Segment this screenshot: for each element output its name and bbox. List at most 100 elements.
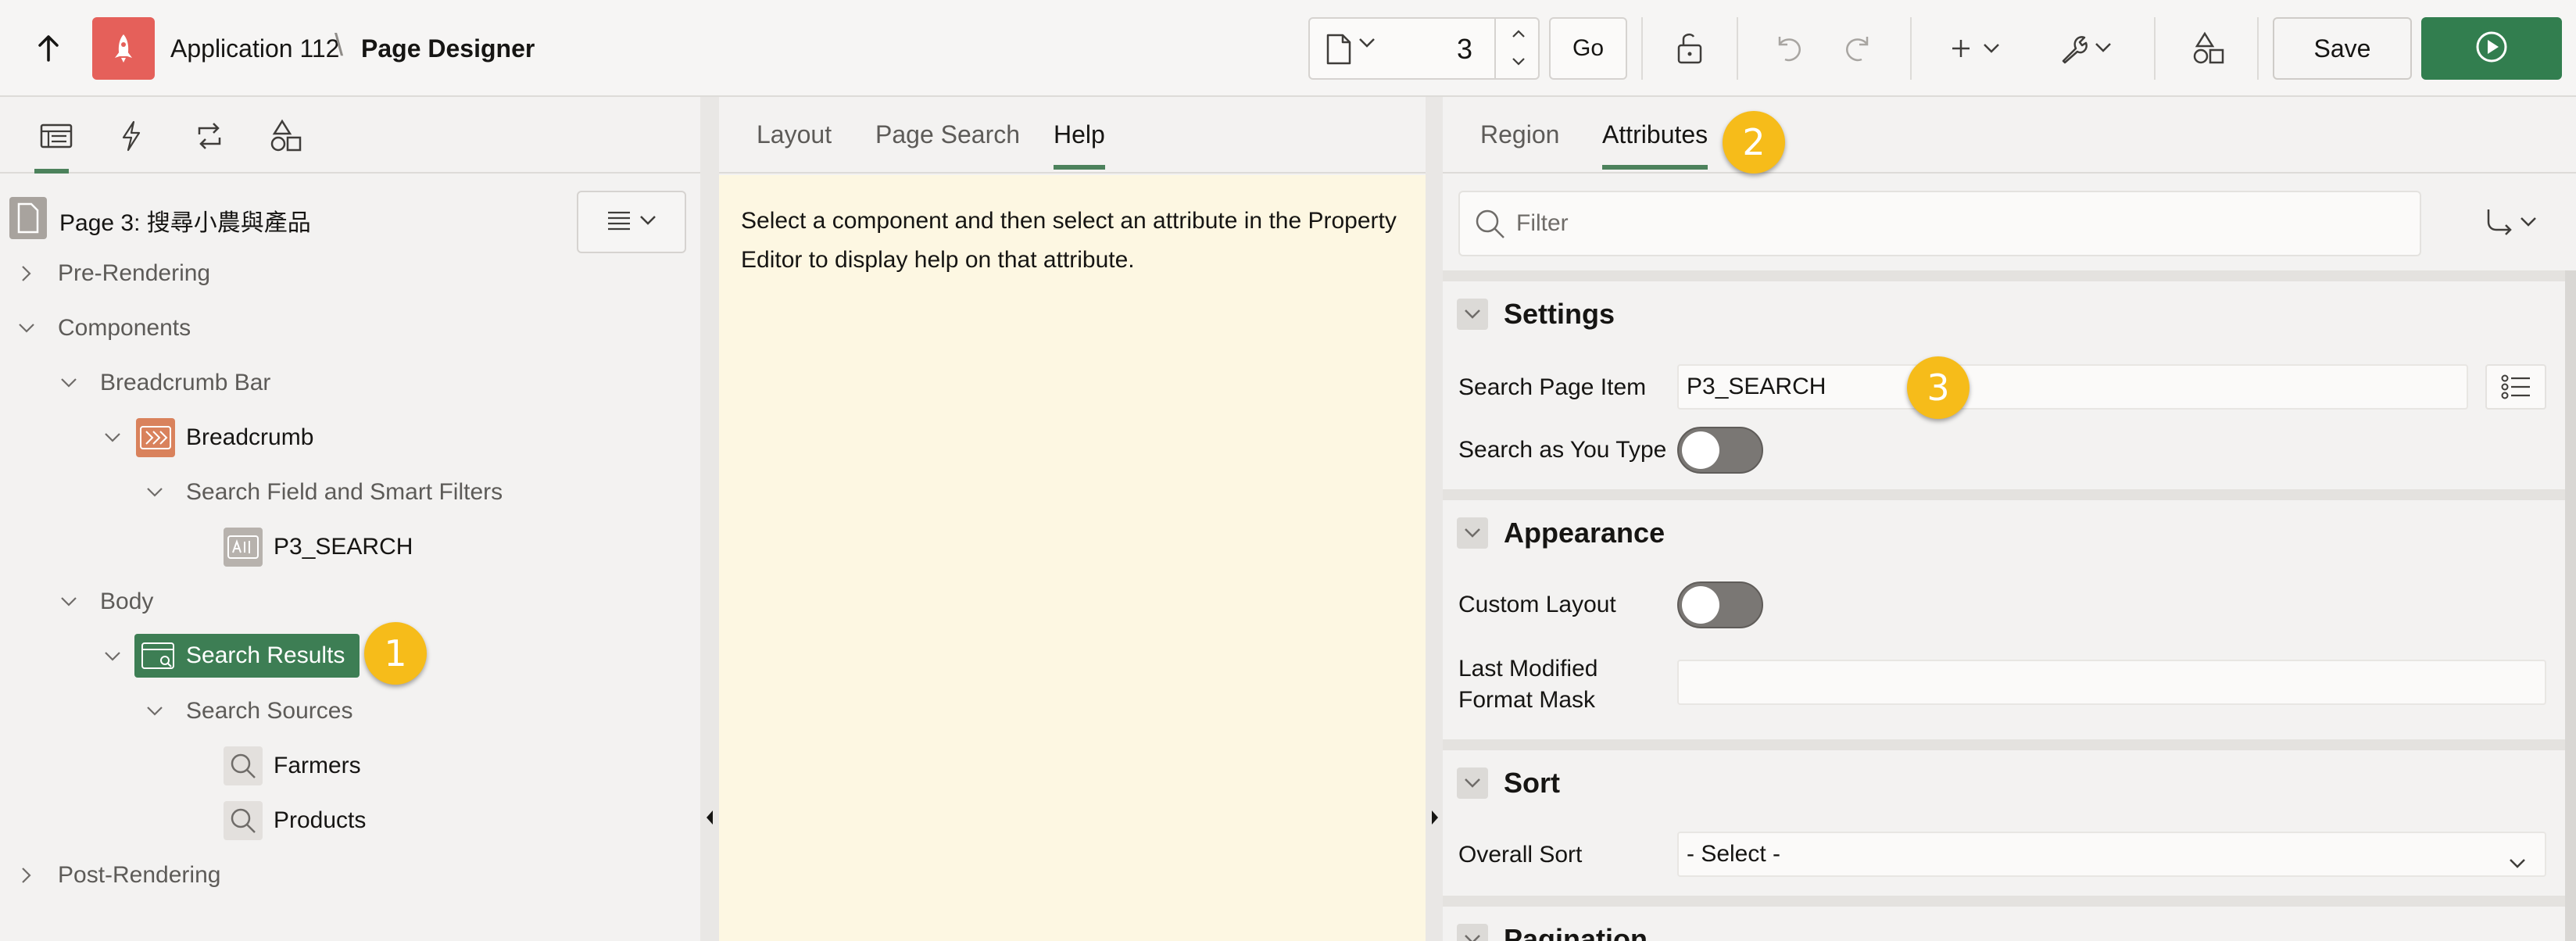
- tree-label: Pre-Rendering: [58, 260, 211, 286]
- tab-region[interactable]: Region: [1480, 120, 1559, 149]
- page-selector[interactable]: 3: [1308, 17, 1540, 80]
- rendering-tab[interactable]: [34, 114, 78, 174]
- plus-icon[interactable]: [1946, 23, 2009, 73]
- rocket-icon[interactable]: [92, 17, 155, 80]
- chevron-down-icon[interactable]: [1457, 517, 1488, 549]
- lock-icon[interactable]: [1665, 23, 1715, 73]
- dynamic-actions-tab[interactable]: [109, 114, 153, 158]
- collapse-right-icon[interactable]: [1431, 810, 1439, 829]
- toolbar-divider: [1737, 17, 1738, 80]
- property-list: Settings Search Page Item P3_SEARCH 3 Se…: [1443, 270, 2565, 941]
- rendering-tree-panel: Page 3: 搜尋小農與產品 Pre-Rendering Components…: [0, 97, 700, 941]
- chevron-down-icon[interactable]: [1358, 38, 1376, 52]
- chevron-up-icon[interactable]: [1512, 28, 1526, 42]
- center-tabs: Layout Page Search Help: [719, 97, 1426, 174]
- custom-layout-label: Custom Layout: [1458, 592, 1616, 617]
- tree-label: Products: [274, 807, 367, 833]
- up-arrow-icon[interactable]: [31, 31, 66, 66]
- application-link[interactable]: Application 112: [170, 31, 339, 66]
- tree-node-p3-search[interactable]: P3_SEARCH: [224, 524, 413, 571]
- center-panel: Layout Page Search Help Select a compone…: [719, 97, 1426, 941]
- wrench-icon[interactable]: [2055, 23, 2118, 73]
- tree-node-post-rendering[interactable]: Post-Rendering: [16, 852, 220, 899]
- overall-sort-select[interactable]: - Select -: [1677, 832, 2546, 877]
- tree-node-components[interactable]: Components: [16, 305, 191, 352]
- tree-label: P3_SEARCH: [274, 534, 413, 560]
- chevron-down-icon[interactable]: [58, 372, 80, 394]
- callout-badge-3: 3: [1907, 356, 1970, 419]
- group-divider: [1443, 739, 2565, 750]
- tree-node-search-field[interactable]: Search Field and Smart Filters: [144, 469, 503, 516]
- tab-layout[interactable]: Layout: [757, 120, 832, 149]
- custom-layout-toggle[interactable]: [1677, 581, 1763, 628]
- tree-label: Search Sources: [186, 698, 353, 724]
- chevron-down-icon[interactable]: [58, 591, 80, 613]
- overall-sort-label: Overall Sort: [1458, 842, 1583, 868]
- redo-icon[interactable]: [1834, 23, 1884, 73]
- search-region-icon: [141, 642, 175, 670]
- callout-badge-2: 2: [1723, 111, 1785, 174]
- chevron-down-icon[interactable]: [144, 700, 166, 722]
- chevron-down-icon[interactable]: [144, 481, 166, 503]
- last-modified-format-mask-field[interactable]: [1677, 660, 2546, 705]
- tab-page-search[interactable]: Page Search: [875, 120, 1020, 149]
- go-button[interactable]: Go: [1549, 17, 1627, 80]
- group-title: Pagination: [1504, 923, 1648, 941]
- tree-node-body[interactable]: Body: [58, 578, 153, 625]
- search-page-item-field[interactable]: P3_SEARCH: [1677, 364, 2468, 410]
- chevron-down-icon[interactable]: [1457, 924, 1488, 941]
- tree-node-breadcrumb-bar[interactable]: Breadcrumb Bar: [58, 360, 270, 406]
- group-pagination[interactable]: Pagination: [1457, 916, 1648, 941]
- tree-node-search-sources[interactable]: Search Sources: [144, 688, 352, 735]
- chevron-down-icon[interactable]: [102, 646, 123, 667]
- run-icon: [2474, 30, 2509, 68]
- page-number-input[interactable]: 3: [1457, 33, 1472, 66]
- list-icon[interactable]: [2485, 364, 2546, 410]
- search-as-you-type-toggle[interactable]: [1677, 427, 1763, 474]
- page-icon: [9, 197, 47, 243]
- chevron-down-icon: [639, 215, 657, 230]
- collapse-left-icon[interactable]: [706, 810, 714, 829]
- tree-node-products[interactable]: Products: [224, 797, 366, 844]
- search-icon: [224, 801, 263, 840]
- chevron-down-icon[interactable]: [1457, 299, 1488, 330]
- text-field-icon: [224, 528, 263, 567]
- tab-help[interactable]: Help: [1054, 120, 1105, 170]
- undo-icon[interactable]: [1763, 23, 1813, 73]
- chevron-down-icon[interactable]: [1457, 767, 1488, 799]
- go-to-group-button[interactable]: [2471, 199, 2549, 249]
- tab-attributes[interactable]: Attributes: [1602, 120, 1708, 170]
- group-appearance[interactable]: Appearance: [1457, 510, 1665, 556]
- chevron-down-icon[interactable]: [102, 427, 123, 449]
- shapes-icon[interactable]: [2184, 23, 2234, 73]
- property-scrollbar[interactable]: [2565, 270, 2576, 941]
- left-splitter[interactable]: [700, 97, 719, 941]
- page-title: Page Designer: [361, 34, 535, 63]
- group-divider: [1443, 270, 2565, 281]
- group-sort[interactable]: Sort: [1457, 760, 1560, 807]
- tree-node-farmers[interactable]: Farmers: [224, 742, 361, 789]
- filter-input[interactable]: [1516, 203, 2376, 244]
- search-icon: [1472, 206, 1507, 245]
- tree-node-search-results[interactable]: Search Results: [134, 634, 360, 678]
- tree-node-pre-rendering[interactable]: Pre-Rendering: [16, 250, 210, 297]
- toolbar-divider: [1641, 17, 1643, 80]
- toolbar-divider: [2154, 17, 2156, 80]
- save-button[interactable]: Save: [2273, 17, 2412, 80]
- group-settings[interactable]: Settings: [1457, 291, 1615, 338]
- chevron-down-icon[interactable]: [1512, 56, 1526, 70]
- chevron-right-icon[interactable]: [16, 864, 38, 886]
- right-splitter[interactable]: [1426, 97, 1443, 941]
- page-spinner[interactable]: [1494, 19, 1540, 78]
- run-button[interactable]: [2421, 17, 2562, 80]
- tree-node-breadcrumb[interactable]: Breadcrumb: [102, 414, 313, 461]
- chevron-right-icon[interactable]: [16, 263, 38, 284]
- chevron-down-icon[interactable]: [16, 317, 38, 339]
- processing-tab[interactable]: [188, 114, 231, 158]
- toolbar-divider: [1910, 17, 1912, 80]
- tree-label: Search Field and Smart Filters: [186, 479, 503, 505]
- shared-components-tab[interactable]: [264, 114, 308, 158]
- tree-menu-button[interactable]: [577, 191, 686, 253]
- page-icon[interactable]: [1326, 33, 1352, 70]
- callout-badge-1: 1: [364, 622, 427, 685]
